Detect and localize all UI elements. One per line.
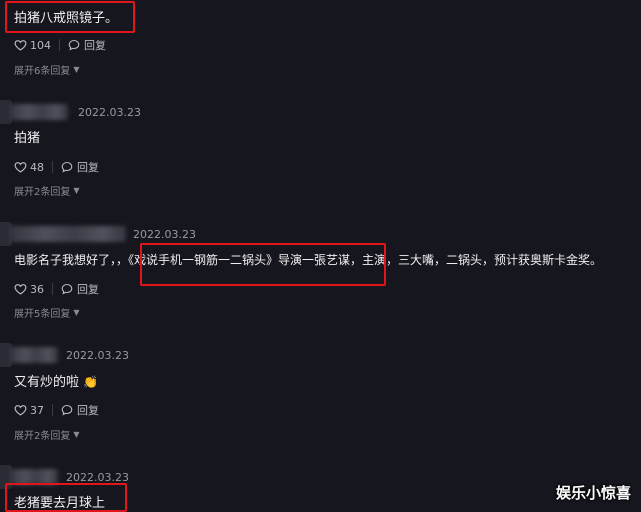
reply-button[interactable]: 回复 xyxy=(61,159,99,175)
chevron-down-icon: ▼ xyxy=(73,430,80,439)
speech-bubble-icon xyxy=(61,404,73,416)
chevron-down-icon: ▼ xyxy=(73,308,80,317)
expand-replies[interactable]: 展开6条回复 ▼ xyxy=(14,62,80,77)
username-blurred[interactable] xyxy=(10,104,68,120)
heart-icon xyxy=(14,283,27,295)
comment-date: 2022.03.23 xyxy=(78,106,141,119)
heart-icon xyxy=(14,161,27,173)
reply-label: 回复 xyxy=(84,39,106,52)
expand-replies-label: 展开2条回复 xyxy=(14,431,71,442)
like-count: 48 xyxy=(30,160,44,174)
divider xyxy=(59,39,60,51)
like-button[interactable]: 104 xyxy=(14,39,51,52)
heart-icon xyxy=(14,404,27,416)
clap-emoji-icon: 👏 xyxy=(83,375,99,389)
divider xyxy=(52,161,53,173)
like-count: 36 xyxy=(30,282,44,296)
like-button[interactable]: 37 xyxy=(14,404,44,417)
reply-label: 回复 xyxy=(77,283,99,296)
comment-text: 又有炒的啦 👏 xyxy=(14,371,98,390)
heart-icon xyxy=(14,39,27,51)
reply-button[interactable]: 回复 xyxy=(61,281,99,297)
highlight-box xyxy=(140,243,386,286)
chevron-down-icon: ▼ xyxy=(73,65,80,74)
reply-button[interactable]: 回复 xyxy=(61,402,99,418)
speech-bubble-icon xyxy=(68,39,80,51)
expand-replies-label: 展开2条回复 xyxy=(14,187,71,198)
expand-replies-label: 展开5条回复 xyxy=(14,309,71,320)
chevron-down-icon: ▼ xyxy=(73,186,80,195)
like-count: 37 xyxy=(30,403,44,417)
speech-bubble-icon xyxy=(61,283,73,295)
comment-actions: 37 回复 xyxy=(14,402,99,418)
divider xyxy=(52,404,53,416)
comment-date: 2022.03.23 xyxy=(133,228,196,241)
comment-date: 2022.03.23 xyxy=(66,349,129,362)
comment-actions: 36 回复 xyxy=(14,281,99,297)
like-button[interactable]: 36 xyxy=(14,283,44,296)
highlight-box xyxy=(5,1,135,33)
comment-actions: 48 回复 xyxy=(14,159,99,175)
expand-replies-label: 展开6条回复 xyxy=(14,66,71,77)
expand-replies[interactable]: 展开2条回复 ▼ xyxy=(14,183,80,198)
reply-button[interactable]: 回复 xyxy=(68,37,106,53)
reply-label: 回复 xyxy=(77,161,99,174)
comment-text-body: 又有炒的啦 xyxy=(14,375,80,390)
comment-text: 拍猪 xyxy=(14,131,41,146)
like-button[interactable]: 48 xyxy=(14,161,44,174)
speech-bubble-icon xyxy=(61,161,73,173)
username-blurred[interactable] xyxy=(10,226,126,242)
comment-actions: 104 回复 xyxy=(14,37,106,53)
like-count: 104 xyxy=(30,38,51,52)
reply-label: 回复 xyxy=(77,404,99,417)
expand-replies[interactable]: 展开5条回复 ▼ xyxy=(14,305,80,320)
highlight-box xyxy=(5,483,127,512)
username-blurred[interactable] xyxy=(10,347,58,363)
divider xyxy=(52,283,53,295)
watermark: 娱乐小惊喜 xyxy=(555,484,631,502)
expand-replies[interactable]: 展开2条回复 ▼ xyxy=(14,427,80,442)
